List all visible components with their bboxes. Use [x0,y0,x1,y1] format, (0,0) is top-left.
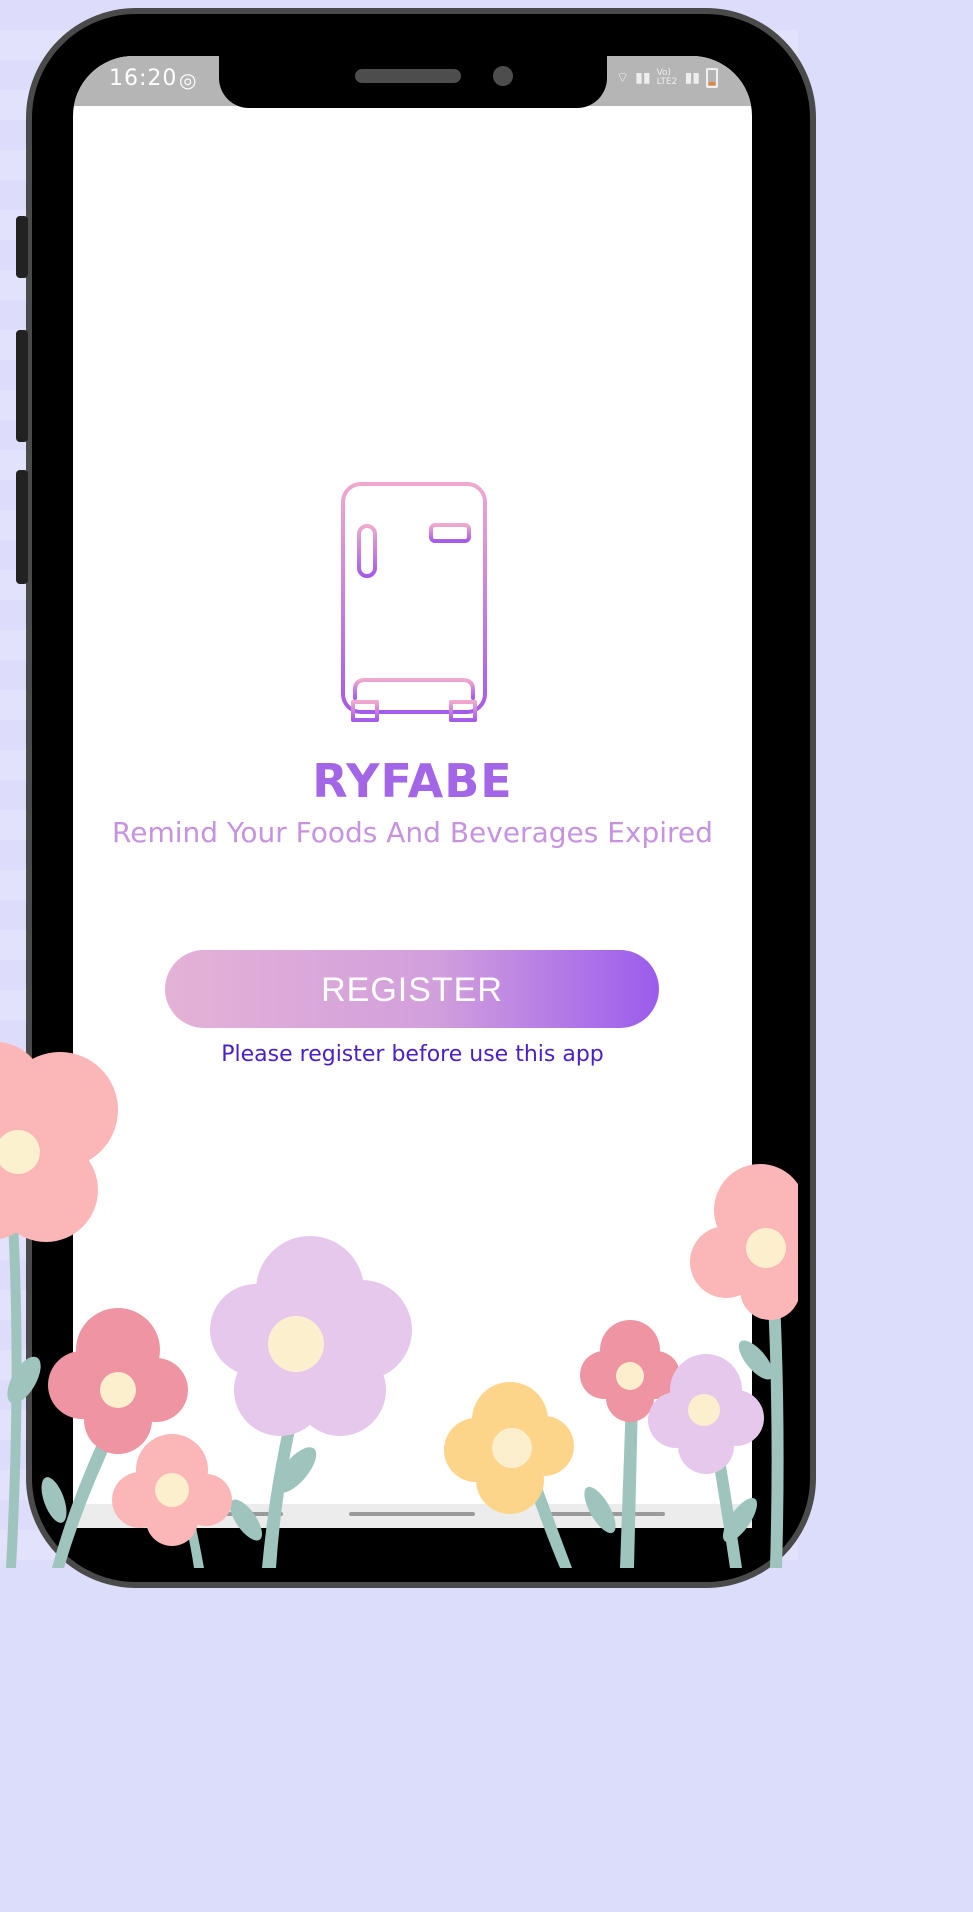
fridge-icon [339,480,489,730]
signal-icon: ▮▮ [684,70,700,86]
status-icons: ⌔ ▮▮ Vo) LTE2 ▮▮ [616,68,718,88]
register-button[interactable]: REGISTER [165,950,659,1028]
status-time: 16:20 [109,66,178,91]
navigation-bar [73,1504,752,1528]
speaker-grille [355,69,461,83]
signal-icon: ▮▮ [635,70,651,86]
app-tagline: Remind Your Foods And Beverages Expired [112,816,713,849]
phone-side-button [16,216,28,278]
phone-screen: 16:20 ◎ ⌔ ▮▮ Vo) LTE2 ▮▮ RYFABE Remind Y… [73,56,752,1528]
front-camera [493,66,513,86]
nav-recents-indicator [539,1512,665,1516]
phone-volume-up-button [16,330,28,442]
app-title: RYFABE [312,754,513,808]
sync-icon: ◎ [179,68,197,92]
register-hint: Please register before use this app [221,1042,604,1067]
phone-volume-down-button [16,470,28,584]
phone-notch [219,56,607,108]
nav-home-indicator[interactable] [349,1512,475,1516]
battery-icon [706,68,718,88]
nav-back-indicator [193,1512,283,1516]
network-label: Vo) LTE2 [656,68,678,87]
wifi-icon: ⌔ [615,70,630,86]
